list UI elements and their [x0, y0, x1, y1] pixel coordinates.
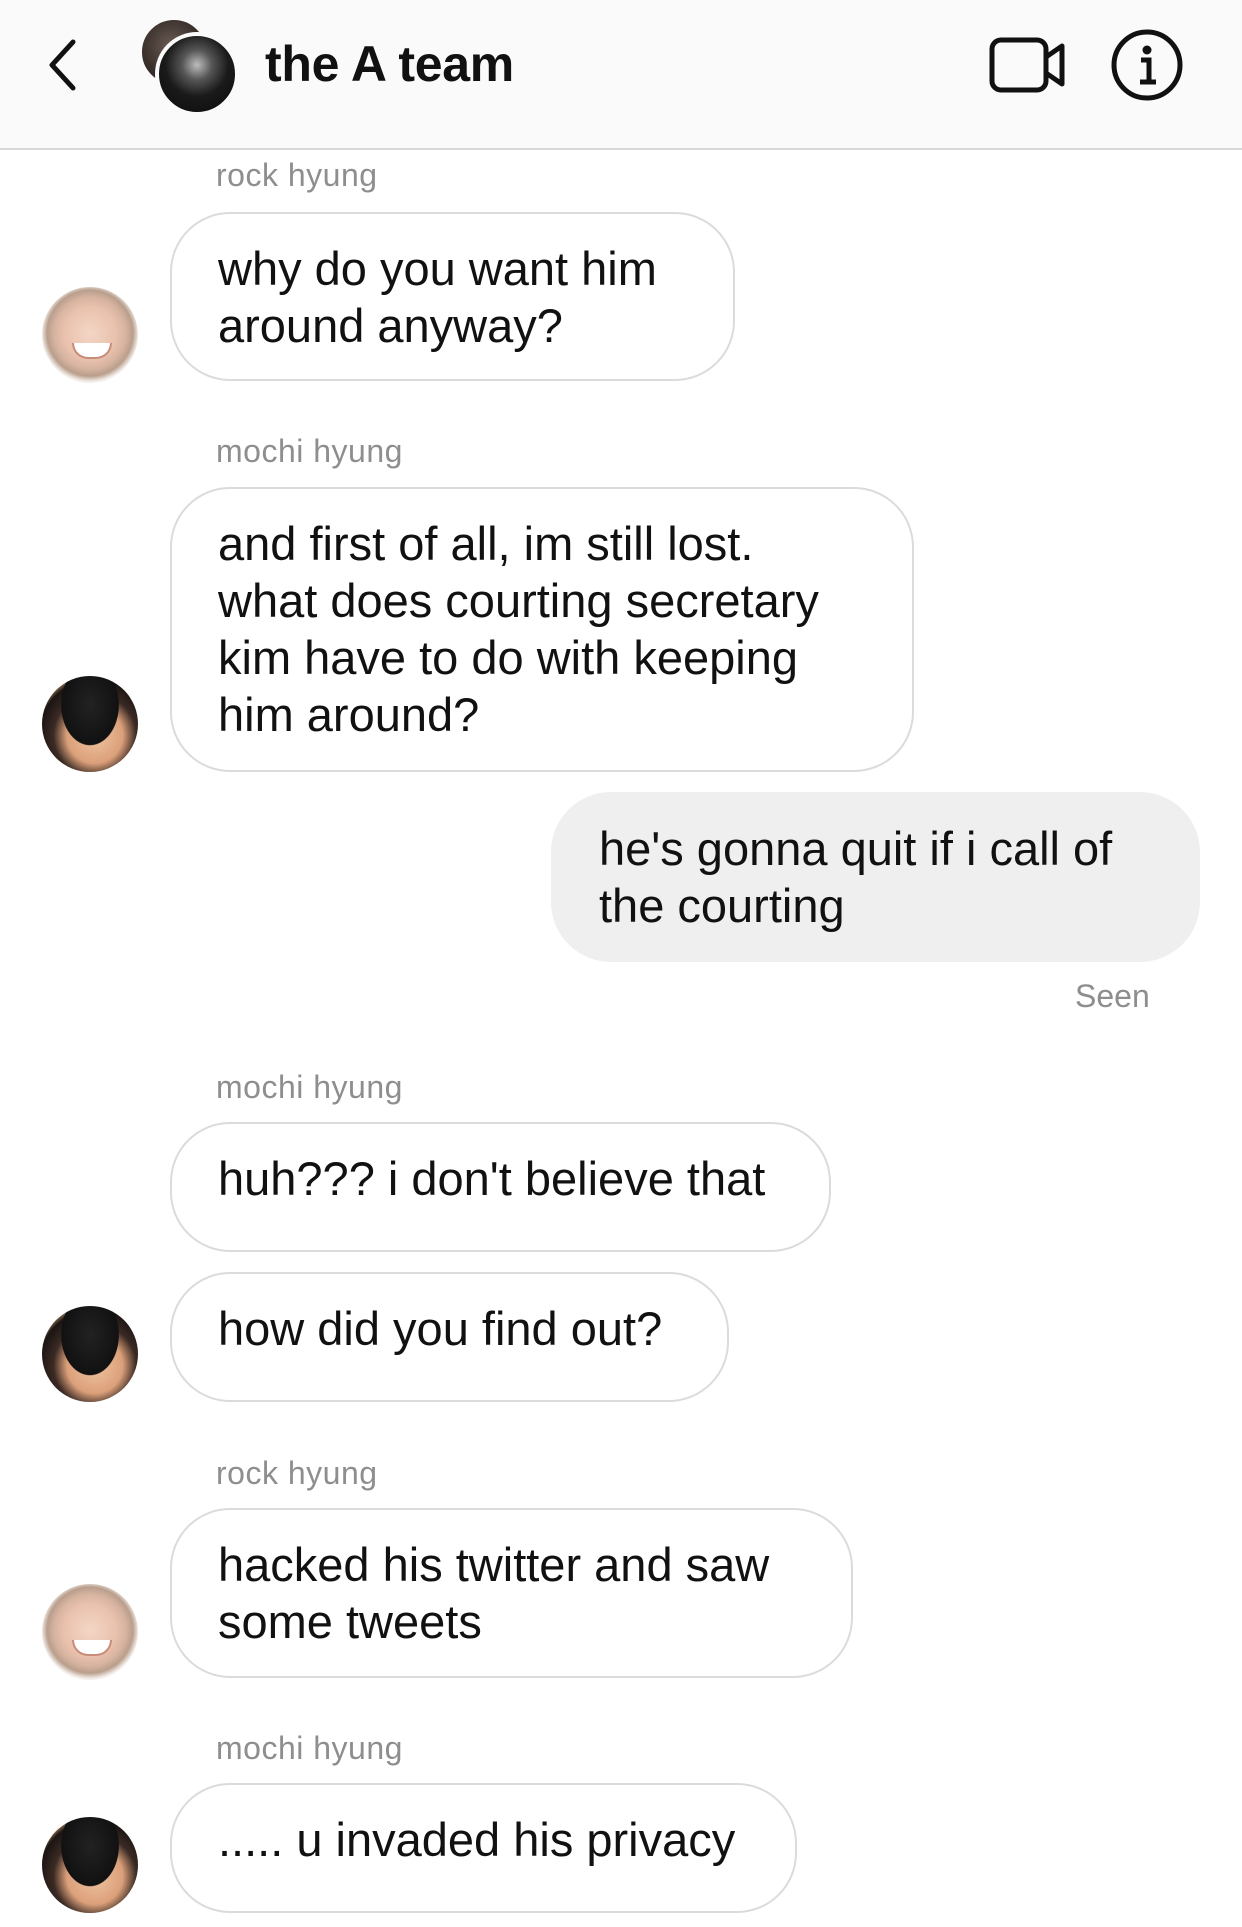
back-button[interactable] — [40, 30, 90, 100]
message-text: hacked his twitter and saw — [218, 1538, 770, 1591]
message-text: why do you want him — [218, 242, 657, 295]
message-text: how did you find out? — [218, 1302, 663, 1355]
message-bubble[interactable]: how did you find out? — [170, 1272, 729, 1402]
sender-name: rock hyung — [216, 1455, 378, 1491]
video-camera-icon — [989, 37, 1065, 93]
message-text: the courting — [599, 879, 845, 932]
message-bubble[interactable]: hacked his twitter and saw some tweets — [170, 1508, 853, 1678]
message-bubble[interactable]: he's gonna quit if i call of the courtin… — [551, 792, 1200, 962]
sender-name: mochi hyung — [216, 433, 403, 469]
info-button[interactable] — [1110, 28, 1184, 102]
chat-title[interactable]: the A team — [265, 35, 514, 93]
seen-status: Seen — [1075, 978, 1150, 1014]
group-avatar[interactable] — [135, 15, 239, 116]
message-text: some tweets — [218, 1595, 482, 1648]
message-text: he's gonna quit if i call of — [599, 822, 1113, 875]
message-bubble[interactable]: and first of all, im still lost. what do… — [170, 487, 914, 772]
message-bubble[interactable]: why do you want him around anyway? — [170, 212, 735, 381]
avatar[interactable] — [42, 1817, 138, 1913]
chevron-left-icon — [49, 39, 76, 91]
avatar[interactable] — [42, 1306, 138, 1402]
message-text: around anyway? — [218, 299, 563, 352]
avatar[interactable] — [42, 287, 138, 383]
message-bubble[interactable]: huh??? i don't believe that — [170, 1122, 831, 1252]
message-text: and first of all, im still lost. — [218, 517, 754, 570]
video-call-button[interactable] — [988, 33, 1068, 97]
sender-name: mochi hyung — [216, 1069, 403, 1105]
message-text: what does courting secretary — [218, 574, 819, 627]
message-text: ..... u invaded his privacy — [218, 1813, 736, 1866]
message-bubble[interactable]: ..... u invaded his privacy — [170, 1783, 797, 1913]
member-avatar — [155, 32, 239, 116]
message-text: him around? — [218, 688, 480, 741]
avatar[interactable] — [42, 1584, 138, 1680]
message-text: huh??? i don't believe that — [218, 1152, 766, 1205]
message-text: kim have to do with keeping — [218, 631, 798, 684]
info-icon — [1111, 29, 1183, 101]
sender-name: rock hyung — [216, 157, 378, 193]
chat-header: the A team — [0, 0, 1242, 150]
avatar[interactable] — [42, 676, 138, 772]
sender-name: mochi hyung — [216, 1730, 403, 1766]
